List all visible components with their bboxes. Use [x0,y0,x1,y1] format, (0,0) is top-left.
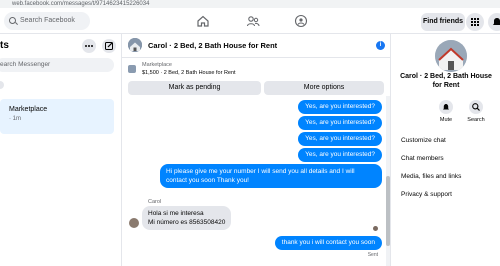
seen-avatar [373,226,378,231]
messenger-search-input[interactable]: earch Messenger [0,58,114,72]
conversation-details: Carol · 2 Bed, 2 Bath House for Rent Mut… [390,34,500,266]
chats-heading: ts [0,40,9,51]
carol-avatar[interactable] [129,218,139,228]
grid-menu-icon [471,18,479,26]
chat-header: Carol · 2 Bed, 2 Bath House for Rent i [122,34,390,58]
house-photo-icon [435,40,467,72]
chat-members-item[interactable]: Chat members [401,155,444,162]
bell-icon [493,18,500,25]
top-navigation: Search Facebook Find friends [0,8,500,34]
more-icon [85,45,93,47]
options-button[interactable] [82,39,96,53]
conversation-title: Marketplace [9,106,48,113]
message-outgoing: Yes, are you interested? [298,116,382,130]
listing-thumbnail [128,65,136,73]
message-outgoing: Yes, are you interested? [298,100,382,114]
message-outgoing: thank you i will contact you soon [274,236,382,250]
listing-photo[interactable] [435,40,467,72]
message-outgoing: Yes, are you interested? [298,132,382,146]
more-options-button[interactable]: More options [264,81,384,95]
marketplace-listing-bar[interactable]: Marketplace $1,500 · 2 Bed, 2 Bath House… [122,58,390,80]
customize-chat-item[interactable]: Customize chat [401,137,446,144]
facebook-search-input[interactable]: Search Facebook [4,12,90,30]
chats-sidebar: ts earch Messenger Marketplace · 1m [0,34,122,266]
search-icon [472,103,480,111]
mark-as-pending-button[interactable]: Mark as pending [128,81,261,95]
facebook-search-placeholder: Search Facebook [20,17,75,24]
search-label: Search [467,117,485,123]
address-bar[interactable]: web.facebook.com/messages/t/971462341522… [0,0,500,8]
search-icon [9,17,16,24]
mute-button[interactable] [439,100,453,114]
listing-price: $1,500 · 2 Bed, 2 Bath House for Rent [142,70,236,76]
groups-icon[interactable] [294,14,308,28]
chat-title[interactable]: Carol · 2 Bed, 2 Bath House for Rent [148,41,277,50]
menu-button[interactable] [466,13,484,31]
info-icon[interactable]: i [376,41,385,50]
notifications-button[interactable] [488,13,500,31]
friends-icon[interactable] [246,14,260,28]
house-photo-icon [128,38,142,52]
find-friends-button[interactable]: Find friends [421,13,465,31]
message-outgoing: Hi please give me your number I will sen… [160,164,382,188]
sent-status: Sent [367,252,378,258]
conversation-pane: Carol · 2 Bed, 2 Bath House for Rent i M… [122,34,390,266]
compose-icon [105,42,113,50]
message-list: Yes, are you interested? Yes, are you in… [122,96,390,266]
conversation-time: · 1m [9,116,21,122]
marketplace-label: Marketplace [142,62,172,68]
new-message-button[interactable] [102,39,116,53]
message-incoming: Hola si me interesa Mi número es 8563508… [142,206,232,230]
privacy-support-item[interactable]: Privacy & support [401,191,452,198]
sender-name: Carol [148,199,162,205]
details-name: Carol · 2 Bed, 2 Bath House for Rent [400,73,492,89]
filter-chip[interactable] [0,81,4,89]
bell-icon [443,104,449,110]
listing-avatar[interactable] [128,38,142,52]
message-outgoing: Yes, are you interested? [298,148,382,162]
home-icon[interactable] [196,14,210,28]
conversation-item-marketplace[interactable]: Marketplace · 1m [0,99,114,134]
media-files-links-item[interactable]: Media, files and links [401,173,461,180]
mute-label: Mute [439,117,453,123]
search-conversation-button[interactable] [469,100,483,114]
